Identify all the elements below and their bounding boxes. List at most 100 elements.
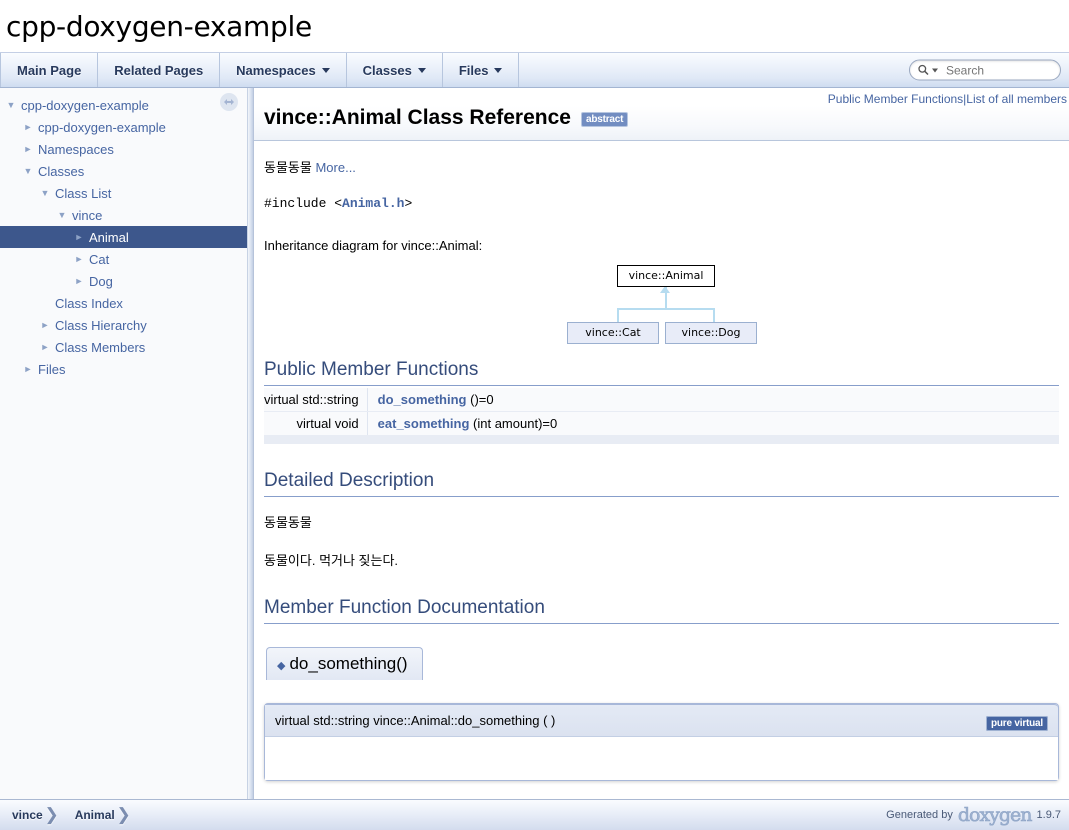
sidebar-item-label: Dog <box>89 273 113 289</box>
table-row: virtual std::string do_something ()=0 <box>264 388 1059 412</box>
member-item: virtual std::string vince::Animal::do_so… <box>264 703 1059 782</box>
member-signature: eat_something (int amount)=0 <box>366 411 1059 436</box>
tab-files[interactable]: Files <box>443 53 520 87</box>
search-box[interactable] <box>909 59 1061 81</box>
sidebar-item-label: Animal <box>89 229 129 245</box>
inheritance-diagram: vince::Animal vince::Cat vince::Dog <box>264 255 1059 344</box>
sidebar-item-class-index[interactable]: ►Class Index <box>0 292 247 314</box>
page-title-bar: vince::Animal Class Reference abstract <box>254 106 1069 141</box>
search-dropdown-caret-icon[interactable] <box>932 68 938 72</box>
graph-edge-horizontal <box>617 308 715 310</box>
triangle-down-icon[interactable]: ▼ <box>4 100 18 110</box>
member-signature: do_something ()=0 <box>366 388 1059 412</box>
sync-left-right-arrows-icon[interactable] <box>219 92 239 112</box>
summary-link-public-member-functions[interactable]: Public Member Functions <box>828 92 963 106</box>
sidebar-item-cat[interactable]: ► Cat <box>0 248 247 270</box>
chevron-down-icon <box>417 67 426 73</box>
sidebar-item-label: Classes <box>38 163 85 179</box>
detailed-paragraph-2: 동물이다. 먹거나 짖는다. <box>264 553 399 569</box>
tab-namespaces[interactable]: Namespaces <box>220 53 347 87</box>
side-navigation-panel: ▼ cpp-doxygen-example ► cpp-doxygen-example… <box>0 88 248 830</box>
member-prototype: virtual std::string vince::Animal::do_so… <box>265 704 1058 737</box>
triangle-right-icon[interactable]: ► <box>72 276 86 286</box>
sidebar-item-label: cpp-doxygen-example <box>38 119 166 135</box>
include-file-link[interactable]: Animal.h <box>342 196 404 211</box>
graph-node-root[interactable]: vince::Animal <box>617 265 715 287</box>
sidebar-item-cpp-doxygen-example[interactable]: ▼ cpp-doxygen-example <box>0 94 247 116</box>
tab-classes[interactable]: Classes <box>347 53 443 87</box>
tab-label: Files <box>458 62 489 78</box>
chevron-down-icon <box>321 67 330 73</box>
graph-node-root-label: vince::Animal <box>628 269 704 282</box>
include-prefix: #include < <box>264 196 343 211</box>
sidebar-item-label: Class List <box>55 185 112 201</box>
title-area: cpp-doxygen-example <box>0 0 1069 52</box>
sidebar-item-cpp-doxygen-example[interactable]: ► cpp-doxygen-example <box>0 116 247 138</box>
detailed-description-block: 동물동물 동물이다. 먹거나 짖는다. <box>264 513 1059 571</box>
triangle-right-icon[interactable]: ► <box>72 232 86 242</box>
sidebar-item-label: Files <box>38 361 66 377</box>
breadcrumb-item-animal[interactable]: Animal ❯ <box>63 800 135 830</box>
summary-link-list-of-all-members[interactable]: List of all members <box>966 92 1067 106</box>
breadcrumb-navigation-bar: vince ❯ Animal ❯ Generated by doxygen 1.9.7 <box>0 799 1069 830</box>
sidebar-item-class-hierarchy[interactable]: ► Class Hierarchy <box>0 314 247 336</box>
member-item-title-text: do_something() <box>289 654 408 674</box>
sidebar-item-label: Class Members <box>55 339 146 355</box>
include-statement: #include <Animal.h> <box>264 196 1059 211</box>
graph-arrowhead-icon <box>660 286 670 293</box>
sidebar-item-animal[interactable]: ► Animal <box>0 226 247 248</box>
graph-node-dog-label: vince::Dog <box>681 326 741 339</box>
sidebar-item-label: Class Index <box>55 295 123 311</box>
contents: 동물동물 More... #include <Animal.h> Inherit… <box>254 157 1069 830</box>
tab-list: Main Page Related Pages Namespaces Classes F… <box>0 53 520 87</box>
more-link[interactable]: More... <box>315 160 355 175</box>
breadcrumb-item-label: vince <box>12 808 43 822</box>
member-name-link[interactable]: do_something <box>378 392 467 407</box>
sidebar-item-files[interactable]: ► Files <box>0 358 247 380</box>
chevron-right-icon: ❯ <box>44 805 59 824</box>
search-box-wrapper <box>909 59 1061 81</box>
triangle-right-icon[interactable]: ► <box>38 320 52 330</box>
member-return-type: virtual void <box>264 411 368 436</box>
triangle-down-icon[interactable]: ▼ <box>55 210 69 220</box>
permalink-icon[interactable]: ◆ <box>277 660 285 672</box>
search-icon <box>918 64 929 76</box>
section-header-public-member-functions: Public Member Functions <box>264 359 1059 386</box>
public-member-functions-table: virtual std::string do_something ()=0 virt… <box>264 388 1059 444</box>
triangle-down-icon[interactable]: ▼ <box>38 188 52 198</box>
sidebar-item-label: cpp-doxygen-example <box>21 97 149 113</box>
triangle-right-icon[interactable]: ► <box>38 342 52 352</box>
brief-description: 동물동물 More... <box>264 157 1059 176</box>
summary-links: Public Member Functions|List of all memb… <box>254 88 1069 106</box>
table-row: virtual void eat_something (int amount)=0 <box>264 411 1059 436</box>
page-title: vince::Animal Class Reference abstract <box>264 106 1069 130</box>
doxygen-logo: doxygen <box>957 804 1033 827</box>
breadcrumb: vince ❯ Animal ❯ <box>0 800 135 830</box>
triangle-right-icon[interactable]: ► <box>21 122 35 132</box>
sidebar-item-class-members[interactable]: ► Class Members <box>0 336 247 358</box>
graph-node-derived-dog[interactable]: vince::Dog <box>665 322 757 344</box>
triangle-right-icon[interactable]: ► <box>21 364 35 374</box>
document-content: Public Member Functions|List of all memb… <box>254 88 1069 830</box>
sidebar-item-classes[interactable]: ▼ Classes <box>0 160 247 182</box>
sidebar-item-label: Class Hierarchy <box>55 317 147 333</box>
main-navigation-bar: Main Page Related Pages Namespaces Classes F… <box>0 52 1069 88</box>
sidebar-item-class-list[interactable]: ▼ Class List <box>0 182 247 204</box>
member-item-title[interactable]: ◆ do_something() <box>266 647 423 681</box>
tab-related-pages[interactable]: Related Pages <box>98 53 221 87</box>
graph-node-derived-cat[interactable]: vince::Cat <box>567 322 659 344</box>
triangle-right-icon[interactable]: ► <box>21 144 35 154</box>
breadcrumb-item-vince[interactable]: vince ❯ <box>0 800 63 830</box>
sidebar-item-dog[interactable]: ► Dog <box>0 270 247 292</box>
tab-main-page[interactable]: Main Page <box>0 53 99 87</box>
sidebar-item-namespaces[interactable]: ► Namespaces <box>0 138 247 160</box>
table-separator <box>264 435 1059 444</box>
triangle-right-icon[interactable]: ► <box>72 254 86 264</box>
tab-label: Namespaces <box>236 62 316 78</box>
tab-label: Related Pages <box>114 62 204 78</box>
triangle-down-icon[interactable]: ▼ <box>21 166 35 176</box>
sidebar-item-vince[interactable]: ▼ vince <box>0 204 247 226</box>
member-name-link[interactable]: eat_something <box>378 416 470 431</box>
chevron-right-icon: ❯ <box>116 805 131 824</box>
search-input[interactable] <box>944 62 1054 78</box>
